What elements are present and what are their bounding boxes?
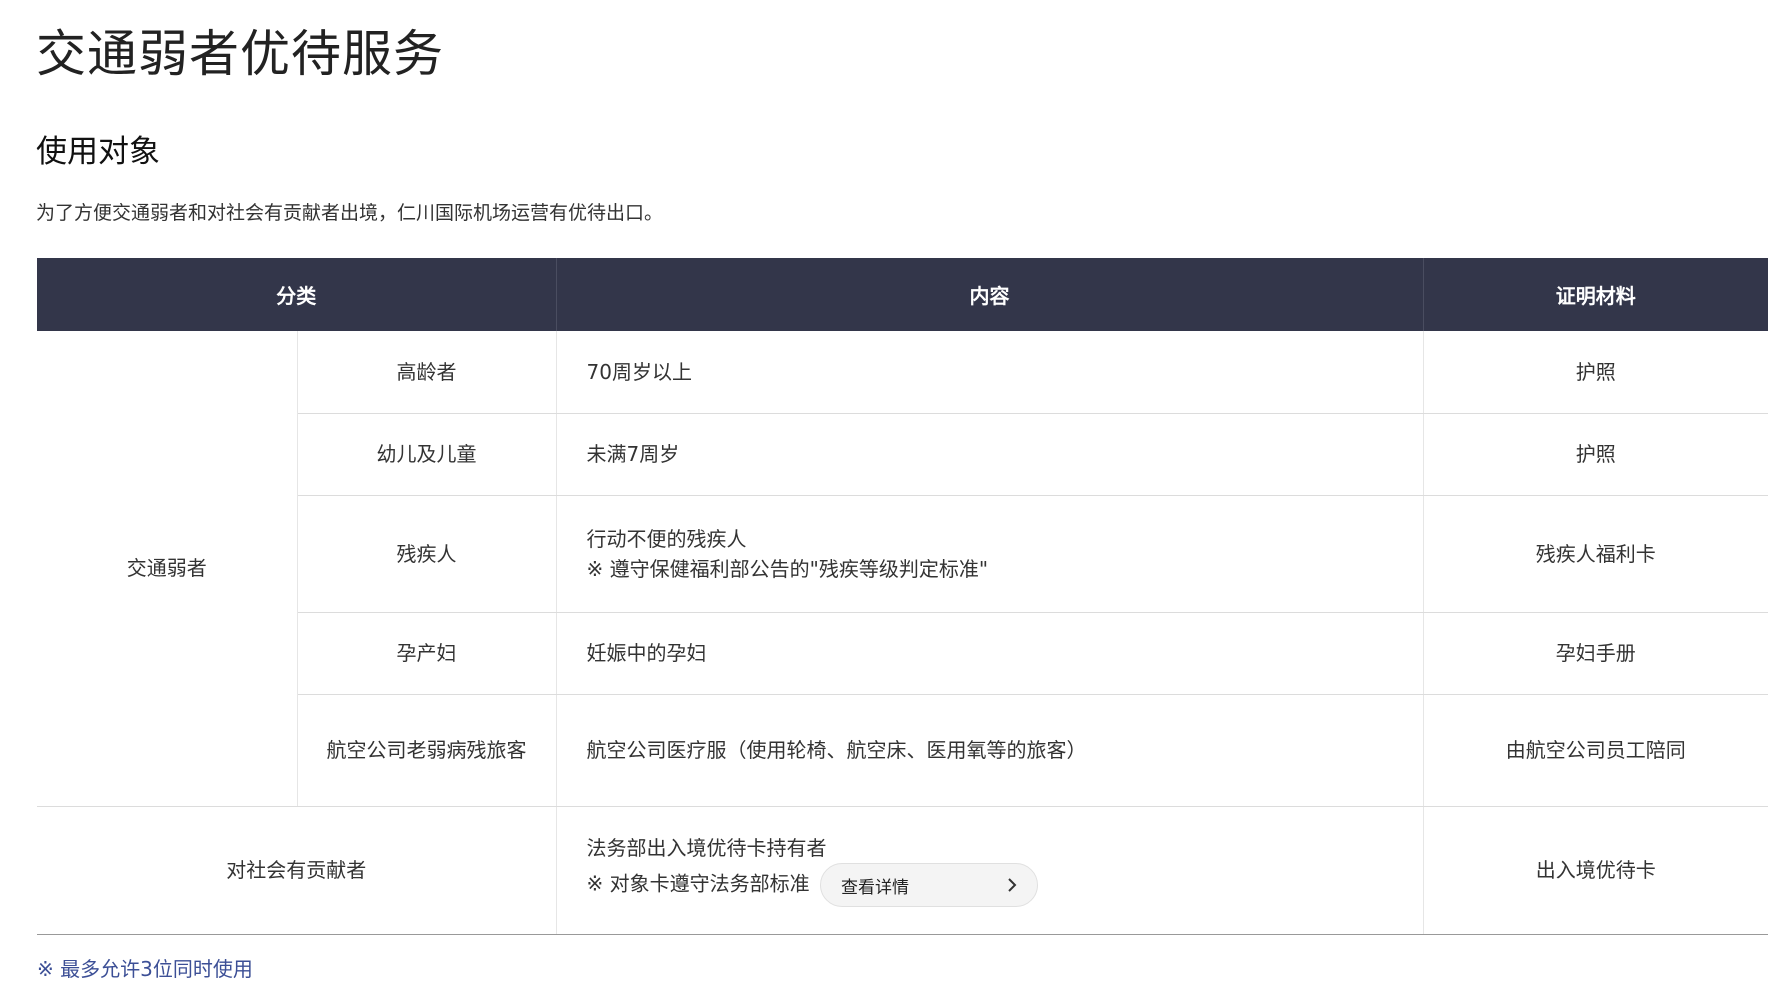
content-cell: 妊娠中的孕妇	[556, 612, 1424, 695]
subcategory-cell: 幼儿及儿童	[297, 413, 557, 496]
page-title: 交通弱者优待服务	[36, 25, 444, 83]
content-note-text: ※ 对象卡遵守法务部标准	[586, 871, 810, 896]
category-vulnerable: 交通弱者	[37, 331, 298, 807]
content-main-text: 法务部出入境优待卡持有者	[586, 836, 827, 860]
section-title: 使用对象	[36, 134, 160, 170]
subcategory-cell: 航空公司老弱病残旅客	[297, 694, 557, 807]
header-category: 分类	[37, 258, 557, 331]
subcategory-cell: 残疾人	[297, 495, 557, 613]
intro-text: 为了方便交通弱者和对社会有贡献者出境，仁川国际机场运营有优待出口。	[36, 202, 664, 224]
category-contributor: 对社会有贡献者	[37, 806, 557, 935]
header-document: 证明材料	[1423, 258, 1768, 331]
chevron-right-icon	[1008, 878, 1017, 892]
eligibility-table: 分类 内容 证明材料 交通弱者 高龄者 70周岁以上 护照 幼儿及儿童 未满7周…	[37, 258, 1768, 935]
content-note-line: ※ 对象卡遵守法务部标准 查看详情	[587, 863, 1422, 907]
view-details-button[interactable]: 查看详情	[819, 863, 1038, 907]
document-cell: 孕妇手册	[1423, 612, 1768, 695]
header-content: 内容	[556, 258, 1424, 331]
content-cell: 行动不便的残疾人 ※ 遵守保健福利部公告的"残疾等级判定标准"	[556, 495, 1424, 613]
view-details-label: 查看详情	[840, 877, 909, 898]
footnote: ※ 最多允许3位同时使用	[37, 957, 253, 981]
content-note-text: ※ 遵守保健福利部公告的"残疾等级判定标准"	[586, 556, 989, 581]
subcategory-cell: 高龄者	[297, 331, 557, 414]
content-cell: 未满7周岁	[556, 413, 1424, 496]
content-cell: 航空公司医疗服（使用轮椅、航空床、医用氧等的旅客）	[556, 694, 1424, 807]
table-row: 交通弱者 高龄者 70周岁以上 护照	[37, 331, 1768, 807]
content-cell: 70周岁以上	[556, 331, 1424, 414]
table-header-row: 分类 内容 证明材料	[37, 258, 1768, 331]
table-row: 对社会有贡献者 法务部出入境优待卡持有者 ※ 对象卡遵守法务部标准 查看详情 出…	[37, 806, 1768, 935]
document-cell: 护照	[1423, 331, 1768, 414]
subcategory-cell: 孕产妇	[297, 612, 557, 695]
table-row: 残疾人 行动不便的残疾人 ※ 遵守保健福利部公告的"残疾等级判定标准" 残疾人福…	[37, 495, 1768, 613]
document-cell: 由航空公司员工陪同	[1423, 694, 1768, 807]
content-main-text: 行动不便的残疾人	[586, 526, 747, 551]
document-cell: 出入境优待卡	[1423, 806, 1768, 935]
document-cell: 残疾人福利卡	[1423, 495, 1768, 613]
table-row: 航空公司老弱病残旅客 航空公司医疗服（使用轮椅、航空床、医用氧等的旅客） 由航空…	[37, 694, 1768, 807]
document-cell: 护照	[1423, 413, 1768, 496]
table-row: 孕产妇 妊娠中的孕妇 孕妇手册	[37, 612, 1768, 695]
content-cell: 法务部出入境优待卡持有者 ※ 对象卡遵守法务部标准 查看详情	[556, 806, 1424, 935]
table-row: 幼儿及儿童 未满7周岁 护照	[37, 413, 1768, 496]
